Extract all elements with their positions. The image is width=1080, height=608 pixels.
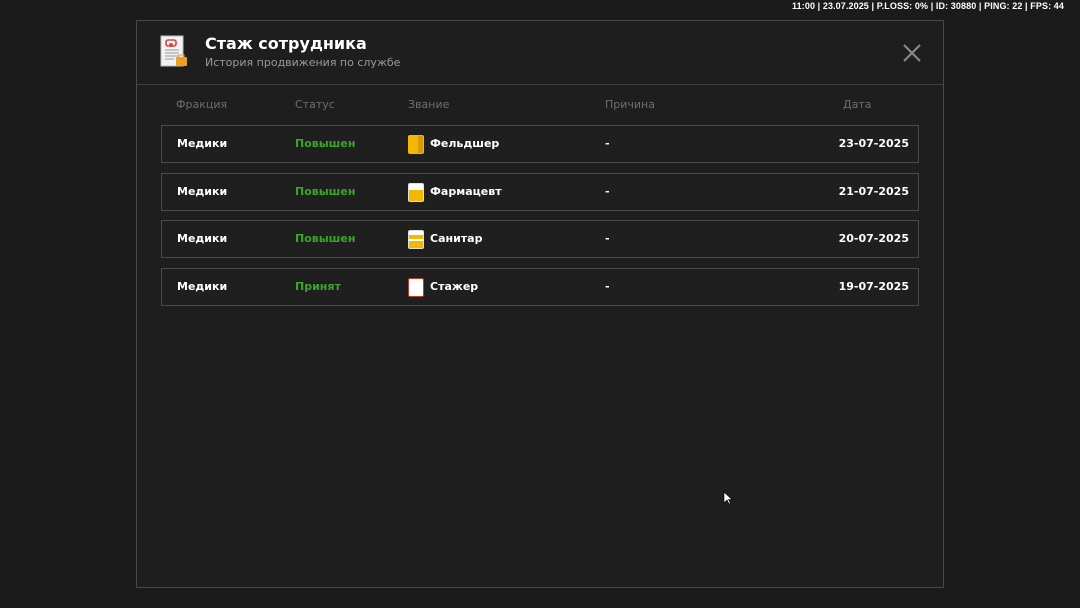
history-row: Медики Повышен Фельдшер - 23-07-2025 bbox=[161, 125, 919, 163]
history-row: Медики Повышен Фармацевт - 21-07-2025 bbox=[161, 172, 919, 211]
mouse-cursor-icon bbox=[723, 491, 733, 505]
rank-full-yellow-icon bbox=[408, 135, 424, 154]
row-date: 20-07-2025 bbox=[838, 232, 909, 245]
row-faction: Медики bbox=[177, 279, 228, 293]
row-status: Принят bbox=[295, 279, 341, 293]
row-faction: Медики bbox=[177, 137, 228, 150]
row-status: Повышен bbox=[295, 184, 356, 198]
row-rank: Стажер bbox=[430, 279, 479, 293]
modal-title: Стаж сотрудника bbox=[205, 34, 367, 53]
rank-half-yellow-icon bbox=[408, 182, 424, 202]
rank-partial-yellow-icon bbox=[408, 230, 424, 249]
column-date: Дата bbox=[843, 98, 872, 111]
row-date: 19-07-2025 bbox=[838, 279, 909, 293]
document-icon bbox=[160, 35, 187, 67]
row-status: Повышен bbox=[295, 232, 356, 245]
history-list: Медики Повышен Фельдшер - 23-07-2025 Мед… bbox=[161, 125, 919, 315]
row-status: Повышен bbox=[295, 137, 356, 150]
status-bar: 11:00 | 23.07.2025 | P.LOSS: 0% | ID: 30… bbox=[792, 1, 1064, 11]
row-faction: Медики bbox=[177, 232, 228, 245]
rank-empty-icon bbox=[408, 277, 424, 297]
row-date: 21-07-2025 bbox=[838, 184, 909, 198]
row-reason: - bbox=[605, 232, 610, 245]
column-rank: Звание bbox=[408, 98, 450, 111]
column-status: Статус bbox=[295, 98, 335, 111]
row-rank: Фармацевт bbox=[430, 184, 502, 198]
history-row: Медики Повышен Санитар - 20-07-2025 bbox=[161, 220, 919, 258]
row-faction: Медики bbox=[177, 184, 228, 198]
modal-header: Стаж сотрудника История продвижения по с… bbox=[137, 21, 943, 85]
employee-history-modal: Стаж сотрудника История продвижения по с… bbox=[136, 20, 944, 588]
column-faction: Фракция bbox=[176, 98, 228, 111]
modal-subtitle: История продвижения по службе bbox=[205, 56, 401, 69]
row-date: 23-07-2025 bbox=[838, 137, 909, 150]
row-rank: Фельдшер bbox=[430, 137, 500, 150]
row-rank: Санитар bbox=[430, 232, 483, 245]
close-icon[interactable] bbox=[903, 44, 921, 62]
row-reason: - bbox=[605, 279, 610, 293]
table-header: Фракция Статус Звание Причина Дата bbox=[137, 98, 943, 114]
history-row: Медики Принят Стажер - 19-07-2025 bbox=[161, 267, 919, 306]
row-reason: - bbox=[605, 184, 610, 198]
column-reason: Причина bbox=[605, 98, 655, 111]
row-reason: - bbox=[605, 137, 610, 150]
